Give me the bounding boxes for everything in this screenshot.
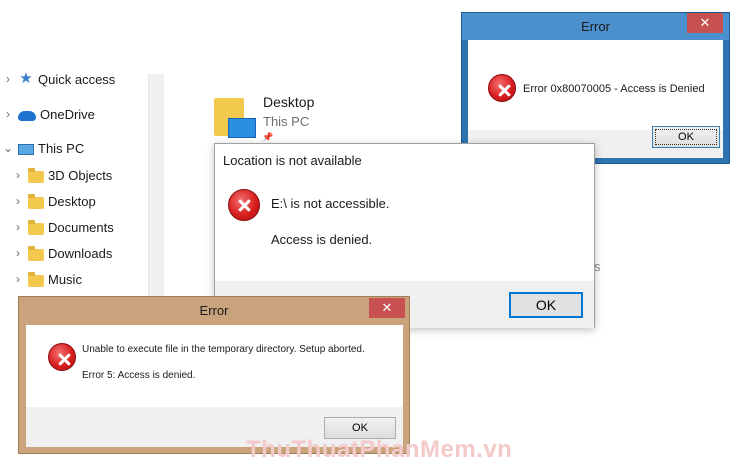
sidebar-item-desktop[interactable]: › Desktop (10, 189, 96, 213)
sidebar-item-label: Music (48, 271, 82, 287)
close-button[interactable]: ✕ (369, 298, 405, 318)
sidebar-item-onedrive[interactable]: › OneDrive (0, 102, 95, 126)
sidebar-item-downloads[interactable]: › Downloads (10, 241, 112, 265)
star-icon: ★ (19, 70, 33, 87)
chevron-right-icon[interactable]: › (0, 72, 16, 86)
error-message-line1: Unable to execute file in the temporary … (82, 344, 365, 355)
close-button[interactable]: ✕ (687, 13, 723, 33)
dialog-body: Unable to execute file in the temporary … (26, 325, 403, 407)
dialog-title: Location is not available (223, 153, 362, 168)
sidebar-item-this-pc[interactable]: ⌄ This PC (0, 136, 84, 160)
sidebar-item-label: OneDrive (40, 106, 95, 122)
sidebar-item-3d-objects[interactable]: › 3D Objects (10, 163, 112, 187)
dialog-body: Error 0x80070005 - Access is Denied (468, 40, 723, 130)
error-message-line1: E:\ is not accessible. (271, 196, 390, 211)
folder-icon (28, 271, 44, 287)
sidebar-item-music[interactable]: › Music (10, 267, 82, 291)
desktop-item-name[interactable]: Desktop (263, 94, 314, 110)
error-message-line2: Access is denied. (271, 232, 373, 247)
error-dialog-access-denied: Error ✕ Error 0x80070005 - Access is Den… (461, 12, 730, 164)
cloud-icon (18, 110, 36, 121)
sidebar-item-documents[interactable]: › Documents (10, 215, 114, 239)
sidebar-item-label: Documents (48, 219, 114, 235)
sidebar-item-label: Desktop (48, 193, 96, 209)
setup-error-dialog: Error ✕ Unable to execute file in the te… (18, 296, 410, 454)
dialog-title: Error (199, 303, 229, 318)
folder-icon (28, 193, 44, 209)
chevron-right-icon[interactable]: › (10, 272, 26, 286)
sidebar-item-label: Downloads (48, 245, 113, 261)
error-icon (48, 343, 76, 371)
error-icon (488, 74, 516, 102)
monitor-icon (228, 118, 256, 138)
pin-icon: 📌 (262, 132, 274, 142)
chevron-right-icon[interactable]: › (0, 107, 16, 121)
folder-icon (28, 167, 44, 183)
folder-icon (28, 219, 44, 235)
sidebar-item-label: 3D Objects (48, 167, 113, 183)
chevron-right-icon[interactable]: › (10, 246, 26, 260)
error-message-line2: Error 5: Access is denied. (82, 370, 196, 381)
sidebar-item-label: Quick access (38, 71, 116, 87)
chevron-right-icon[interactable]: › (10, 194, 26, 208)
site-watermark: ThuThuatPhanMem.vn (246, 436, 513, 463)
error-icon (228, 189, 260, 221)
chevron-right-icon[interactable]: › (10, 168, 26, 182)
ok-button[interactable]: OK (509, 292, 583, 318)
desktop-item-location: This PC (263, 114, 310, 129)
chevron-down-icon[interactable]: ⌄ (0, 141, 16, 155)
ok-button[interactable]: OK (652, 126, 720, 148)
computer-icon (18, 143, 34, 155)
chevron-right-icon[interactable]: › (10, 220, 26, 234)
desktop-folder-icon[interactable] (214, 98, 256, 142)
error-message: Error 0x80070005 - Access is Denied (523, 83, 705, 95)
sidebar-item-label: This PC (38, 140, 85, 156)
sidebar-item-quick-access[interactable]: › ★ Quick access (0, 67, 115, 91)
folder-icon (28, 245, 44, 261)
